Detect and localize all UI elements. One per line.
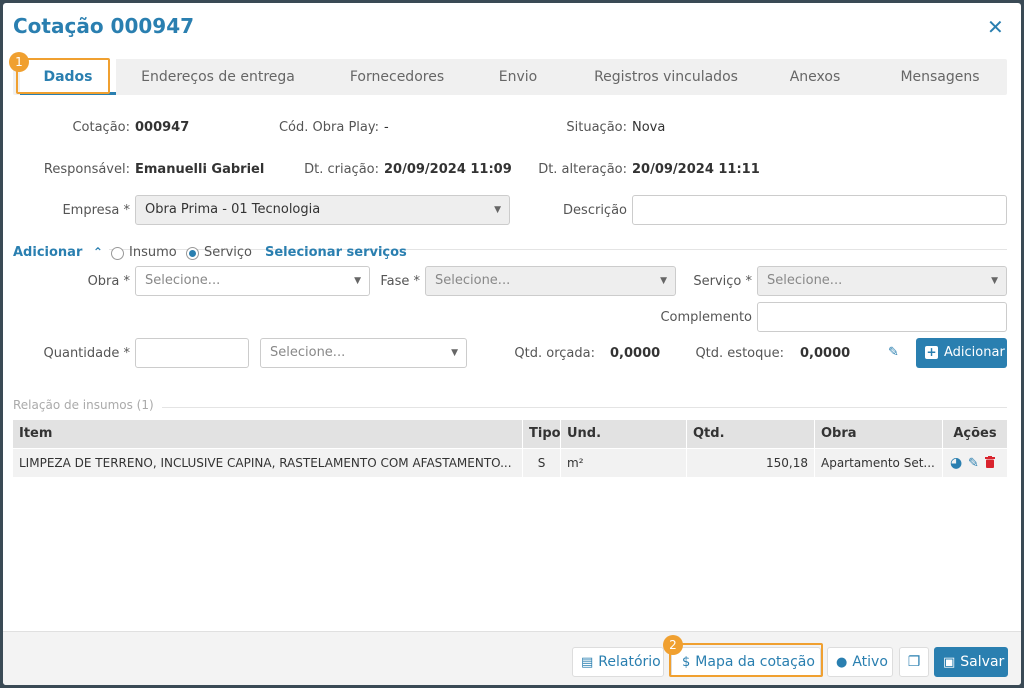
qtd-estoque-label: Qtd. estoque: (695, 346, 784, 361)
copy-button[interactable]: ❐ (899, 647, 929, 677)
trash-icon[interactable] (984, 456, 995, 468)
salvar-label: Salvar (960, 654, 1005, 670)
file-icon: ▤ (581, 655, 594, 670)
cell-item: LIMPEZA DE TERRENO, INCLUSIVE CAPINA, RA… (13, 449, 523, 477)
tab-fornecedores[interactable]: Fornecedores (331, 59, 463, 95)
annotation-badge-1: 1 (9, 52, 29, 72)
servico-select[interactable]: Selecione... ▼ (757, 266, 1007, 296)
copy-icon: ❐ (907, 654, 921, 670)
quantidade-input[interactable] (135, 338, 249, 368)
servico-placeholder: Selecione... (767, 273, 843, 288)
empresa-label: Empresa * (62, 203, 130, 218)
column-header-acoes: Ações (943, 420, 1007, 448)
adicionar-button[interactable]: + Adicionar (916, 338, 1007, 368)
selecionar-servicos-link[interactable]: Selecionar serviços (265, 245, 407, 260)
fase-select[interactable]: Selecione... ▼ (425, 266, 676, 296)
chevron-down-icon: ▼ (660, 276, 667, 286)
adicionar-toggle[interactable]: Adicionar ⌃ (13, 245, 109, 260)
cell-obra: Apartamento Set... (815, 449, 943, 477)
unidade-select[interactable]: Selecione... ▼ (260, 338, 467, 368)
relacao-title: Relação de insumos (1) (13, 398, 162, 412)
servico-radio[interactable] (186, 247, 199, 260)
mapa-cotacao-button[interactable]: $ Mapa da cotação (671, 647, 821, 677)
responsavel-label: Responsável: (43, 162, 130, 177)
column-header-tipo[interactable]: Tipo (523, 420, 561, 448)
servico-field-label: Serviço * (693, 274, 752, 289)
relatorio-label: Relatório (598, 654, 661, 670)
tab-bar: Dados Endereços de entrega Fornecedores … (13, 59, 1007, 95)
tab-envio[interactable]: Envio (483, 59, 553, 95)
fase-label: Fase * (380, 274, 420, 289)
column-header-qtd[interactable]: Qtd. (687, 420, 815, 448)
qtd-orcada-value: 0,0000 (610, 346, 661, 361)
empresa-select[interactable]: Obra Prima - 01 Tecnologia ▼ (135, 195, 510, 225)
cotacao-modal: Cotação 000947 ✕ Dados Endereços de entr… (3, 3, 1021, 685)
dt-criacao-value: 20/09/2024 11:09 (384, 162, 512, 177)
situacao-value: Nova (632, 120, 666, 135)
tab-anexos[interactable]: Anexos (775, 59, 855, 95)
tab-registros[interactable]: Registros vinculados (581, 59, 751, 95)
responsavel-value: Emanuelli Gabriel (135, 162, 265, 177)
dt-criacao-label: Dt. criação: (304, 162, 379, 177)
column-header-und[interactable]: Und. (561, 420, 687, 448)
chevron-down-icon: ▼ (451, 348, 458, 358)
modal-title: Cotação 000947 (13, 14, 195, 38)
obra-placeholder: Selecione... (145, 273, 221, 288)
unidade-placeholder: Selecione... (270, 345, 346, 360)
quantidade-label: Quantidade * (43, 346, 131, 361)
chevron-down-icon: ▼ (991, 276, 998, 286)
ativo-button[interactable]: ● Ativo (827, 647, 893, 677)
tab-dados[interactable]: Dados (20, 59, 116, 95)
chevron-up-icon: ⌃ (92, 245, 103, 259)
relatorio-button[interactable]: ▤ Relatório (572, 647, 664, 677)
insumo-radio[interactable] (111, 247, 124, 260)
obra-play-value: - (384, 120, 389, 135)
chevron-down-icon: ▼ (494, 205, 501, 215)
situacao-label: Situação: (566, 120, 627, 135)
divider (13, 407, 1007, 408)
close-icon[interactable]: ✕ (987, 15, 1004, 39)
edit-icon[interactable]: ✎ (968, 456, 979, 471)
obra-select[interactable]: Selecione... ▼ (135, 266, 370, 296)
cell-tipo: S (523, 449, 561, 477)
chevron-down-icon: ▼ (354, 276, 361, 286)
qtd-orcada-label: Qtd. orçada: (514, 346, 595, 361)
ativo-label: Ativo (852, 654, 888, 670)
chart-pie-icon[interactable]: ◕ (950, 455, 962, 471)
cotacao-value: 000947 (135, 120, 190, 135)
status-circle-icon: ● (836, 655, 848, 670)
descricao-label: Descrição (563, 203, 627, 218)
column-header-item[interactable]: Item (13, 420, 523, 448)
tab-mensagens[interactable]: Mensagens (883, 59, 997, 95)
annotation-badge-2: 2 (663, 635, 683, 655)
salvar-button[interactable]: ▣ Salvar (934, 647, 1008, 677)
descricao-input[interactable] (632, 195, 1007, 225)
servico-radio-label: Serviço (204, 245, 253, 260)
adicionar-button-label: Adicionar (944, 345, 1005, 360)
eraser-icon[interactable]: ✎ (888, 345, 899, 360)
modal-footer: ▤ Relatório $ Mapa da cotação ● Ativo ❐ ▣ Sa… (3, 631, 1021, 685)
qtd-estoque-value: 0,0000 (800, 346, 851, 361)
tab-enderecos[interactable]: Endereços de entrega (125, 59, 311, 95)
obra-label: Obra * (87, 274, 130, 289)
cell-acoes: ◕ ✎ (943, 449, 1007, 477)
plus-icon: + (925, 345, 938, 359)
save-icon: ▣ (943, 655, 956, 670)
dollar-icon: $ (682, 655, 691, 670)
column-header-obra[interactable]: Obra (815, 420, 943, 448)
obra-play-label: Cód. Obra Play: (278, 120, 379, 135)
adicionar-toggle-label: Adicionar (13, 245, 83, 260)
dt-alteracao-value: 20/09/2024 11:11 (632, 162, 760, 177)
empresa-value: Obra Prima - 01 Tecnologia (145, 202, 321, 217)
insumo-label: Insumo (129, 245, 177, 260)
cotacao-label: Cotação: (72, 120, 130, 135)
cell-qtd: 150,18 (687, 449, 815, 477)
complemento-label: Complemento (660, 310, 752, 325)
cell-und: m² (561, 449, 687, 477)
fase-placeholder: Selecione... (435, 273, 511, 288)
dt-alteracao-label: Dt. alteração: (538, 162, 627, 177)
mapa-cotacao-label: Mapa da cotação (695, 654, 815, 670)
complemento-input[interactable] (757, 302, 1007, 332)
